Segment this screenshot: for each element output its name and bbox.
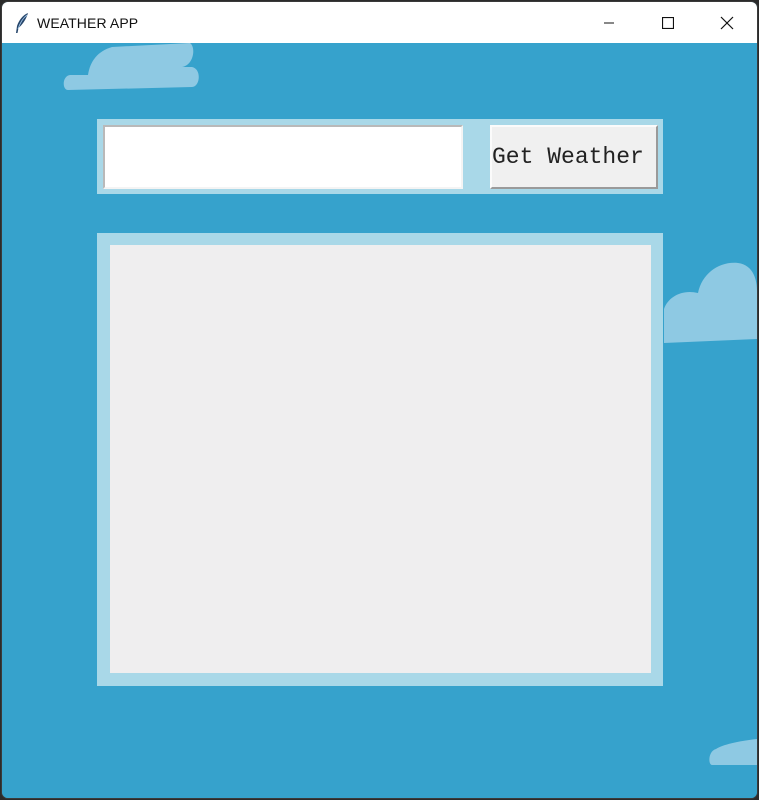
close-button[interactable] bbox=[698, 2, 756, 43]
minimize-icon bbox=[604, 22, 614, 23]
results-panel bbox=[97, 233, 663, 686]
app-window: WEATHER APP Get Weather bbox=[1, 1, 758, 799]
get-weather-button[interactable]: Get Weather bbox=[490, 125, 658, 189]
search-panel: Get Weather bbox=[97, 119, 663, 194]
sky-background: Get Weather bbox=[2, 43, 757, 798]
minimize-button[interactable] bbox=[580, 2, 638, 43]
city-input[interactable] bbox=[103, 125, 463, 189]
weather-results-display bbox=[110, 245, 651, 673]
cloud-icon bbox=[709, 739, 757, 765]
cloud-icon bbox=[664, 262, 757, 343]
title-bar[interactable]: WEATHER APP bbox=[2, 2, 757, 43]
maximize-icon bbox=[662, 16, 674, 29]
maximize-button[interactable] bbox=[639, 2, 697, 43]
close-icon bbox=[720, 16, 734, 29]
cloud-icon bbox=[63, 43, 199, 90]
window-title: WEATHER APP bbox=[37, 15, 139, 31]
feather-icon bbox=[16, 13, 28, 33]
